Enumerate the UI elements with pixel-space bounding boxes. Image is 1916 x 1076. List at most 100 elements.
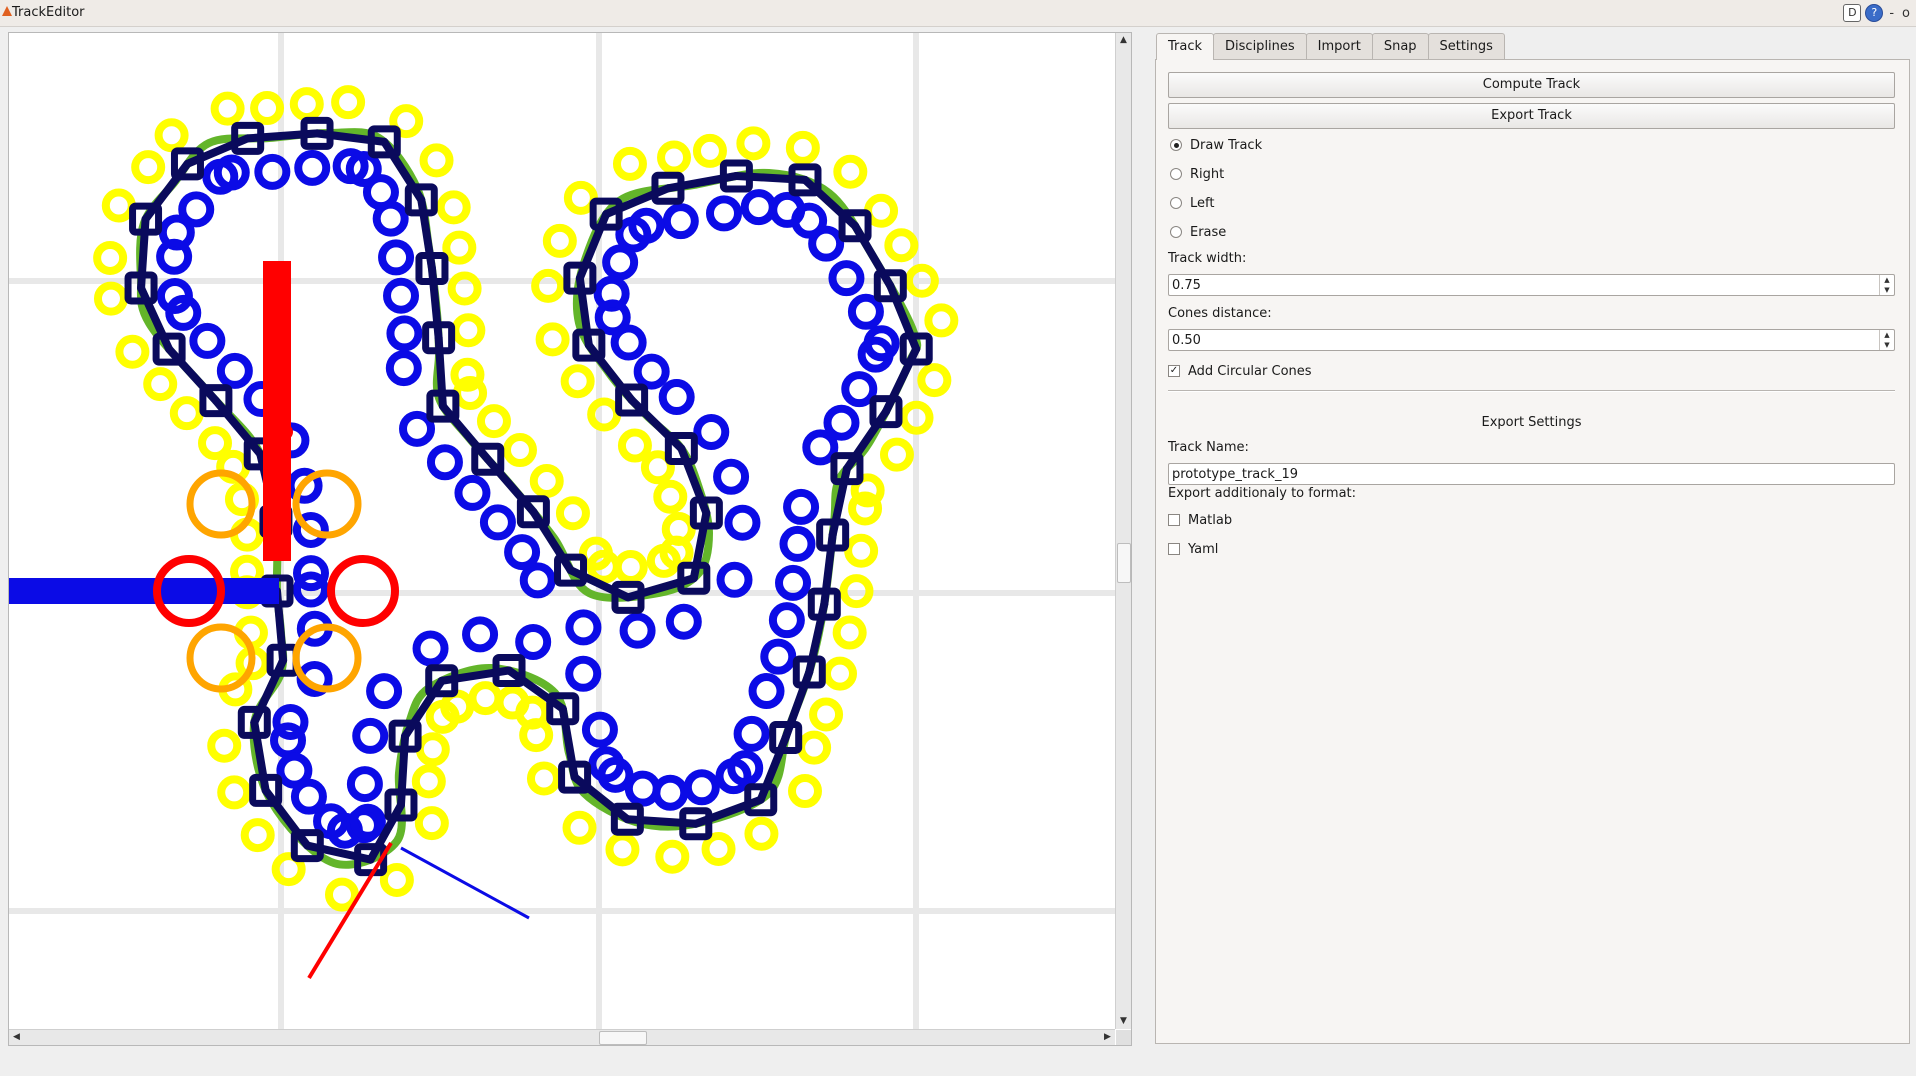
horizontal-scrollbar[interactable]: ◀ ▶ [9,1029,1115,1045]
blue-cone [716,561,753,598]
tab-settings[interactable]: Settings [1427,33,1505,59]
yellow-cone [744,816,779,851]
vertical-scrollbar[interactable]: ▲ ▼ [1115,33,1131,1029]
blue-cone [462,616,499,653]
tab-import[interactable]: Import [1305,33,1373,59]
cones-distance-value[interactable]: 0.50 [1172,333,1201,348]
blue-cone [733,715,770,752]
blue-cone [760,638,797,675]
scroll-up-icon[interactable]: ▲ [1116,33,1131,48]
tab-disciplines[interactable]: Disciplines [1213,33,1307,59]
start-axis-red [263,261,291,561]
blue-cone [515,623,552,660]
circular-cones-checkbox[interactable]: ✓ Add Circular Cones [1168,362,1312,380]
yellow-cone [612,146,647,181]
yellow-cone [289,87,324,122]
blue-cone [768,602,805,639]
blue-cone [683,769,720,806]
yellow-cone [101,188,136,223]
window-title: TrackEditor [12,5,85,20]
yellow-cone [736,126,771,161]
track-name-input[interactable]: prototype_track_19 [1168,463,1895,485]
blue-cone [624,770,661,807]
track-canvas[interactable] [9,33,1115,1029]
vertical-scroll-thumb[interactable] [1117,543,1131,583]
blue-cone [783,488,820,525]
blue-cone [847,293,884,330]
checkbox-indicator[interactable] [1168,543,1180,555]
start-point [277,424,293,440]
compute-track-button[interactable]: Compute Track [1168,72,1895,98]
yellow-cone [613,549,648,584]
radio-indicator[interactable] [1170,139,1182,151]
scroll-left-icon[interactable]: ◀ [9,1030,24,1045]
yellow-cone [169,396,204,431]
blue-cone [602,244,639,281]
yaml-checkbox[interactable]: Yaml [1168,540,1218,558]
checkbox-indicator[interactable] [1168,514,1180,526]
blue-cone [652,774,689,811]
blue-cone [378,239,415,276]
blue-cone [385,350,422,387]
blue-cone [823,404,860,441]
yellow-cone [562,810,597,845]
blue-cone [740,189,777,226]
checkmark-icon[interactable]: ✓ [1168,365,1180,377]
radio-label: Left [1190,195,1215,211]
radio-indicator[interactable] [1170,197,1182,209]
scroll-down-icon[interactable]: ▼ [1116,1014,1131,1029]
blue-cone [658,379,695,416]
blue-cone [610,324,647,361]
cones-distance-spinbox[interactable]: 0.50 ▲ ▼ [1168,329,1895,351]
yellow-cone [379,863,414,898]
track-width-spinbox[interactable]: 0.75 ▲ ▼ [1168,274,1895,296]
export-track-button[interactable]: Export Track [1168,103,1895,129]
yellow-cone [414,806,449,841]
maximize-button[interactable]: o [1900,6,1912,21]
spin-arrows-icon[interactable]: ▲ ▼ [1879,330,1894,350]
track-settings-panel: Compute Track Export Track Draw Track Ri… [1155,59,1910,1044]
yellow-cone [653,479,688,514]
track-drawing[interactable] [9,33,1115,1029]
yellow-cone [531,268,566,303]
radio-indicator[interactable] [1170,226,1182,238]
yellow-cone [442,230,477,265]
help-icon[interactable]: ? [1865,4,1884,22]
radio-label: Draw Track [1190,137,1263,153]
tab-track[interactable]: Track [1156,33,1215,60]
radio-indicator[interactable] [1170,168,1182,180]
yellow-cone [924,303,959,338]
yellow-cone [217,775,252,810]
tab-snap[interactable]: Snap [1371,33,1429,59]
yellow-cone [440,689,475,724]
blue-cone [294,149,331,186]
yellow-cone [419,143,454,178]
radio-right[interactable]: Right [1170,165,1224,183]
yellow-cone [832,615,867,650]
radio-left[interactable]: Left [1170,194,1214,212]
blue-cone [504,534,541,571]
horizontal-scroll-thumb[interactable] [599,1031,647,1045]
radio-draw-track[interactable]: Draw Track [1170,136,1262,154]
yellow-cone [468,681,503,716]
matlab-checkbox[interactable]: Matlab [1168,511,1232,529]
track-name-value[interactable]: prototype_track_19 [1172,467,1298,482]
scroll-right-icon[interactable]: ▶ [1100,1030,1115,1045]
yellow-cone [884,228,919,263]
blue-cone [412,630,449,667]
window-d-button[interactable]: D [1843,4,1862,22]
yellow-cone [451,313,486,348]
minimize-button[interactable]: - [1887,6,1896,21]
blue-cone [841,371,878,408]
track-width-value[interactable]: 0.75 [1172,278,1201,293]
blue-cone [189,322,226,359]
blue-cone [290,778,327,815]
radio-erase[interactable]: Erase [1170,223,1226,241]
yellow-cone [331,85,366,120]
spin-arrows-icon[interactable]: ▲ ▼ [1879,275,1894,295]
export-settings-title: Export Settings [1481,415,1582,430]
blue-cone [665,603,702,640]
segment-link [483,455,538,516]
yellow-cone [198,426,233,461]
blue-cone [565,655,602,692]
